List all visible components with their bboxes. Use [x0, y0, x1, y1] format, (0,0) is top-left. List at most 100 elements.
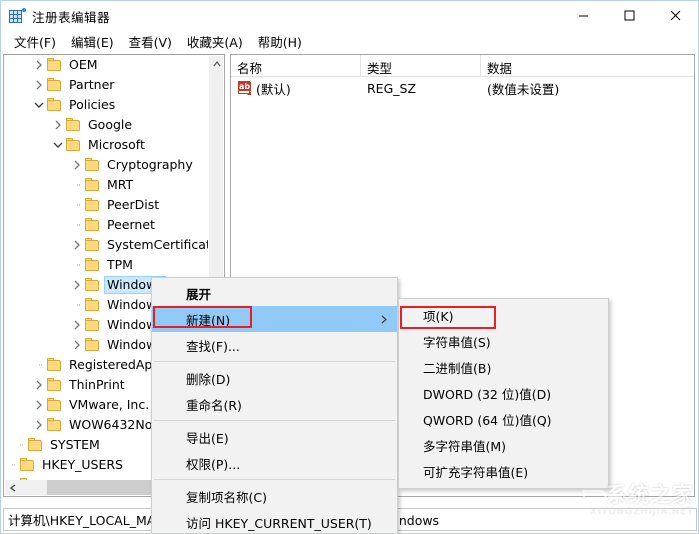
submenu-item-label: 二进制值(B): [423, 360, 492, 376]
tree-leaf-spacer: [4, 455, 19, 475]
chevron-right-icon[interactable]: [31, 395, 46, 415]
tree-item-label: RegisteredApp: [69, 357, 161, 372]
submenu-item-label: 字符串值(S): [423, 334, 491, 350]
submenu-item-1[interactable]: 字符串值(S): [399, 328, 608, 354]
context-menu-item-2[interactable]: 查找(F)...: [152, 332, 397, 358]
tree-item-peernet[interactable]: Peernet: [4, 215, 210, 235]
folder-icon: [84, 337, 101, 353]
tree-item-partner[interactable]: Partner: [4, 75, 210, 95]
chevron-right-icon[interactable]: [69, 315, 84, 335]
column-header-data[interactable]: 数据: [481, 55, 694, 76]
submenu-item-label: 多字符串值(M): [423, 438, 507, 454]
chevron-right-icon[interactable]: [31, 75, 46, 95]
submenu-item-2[interactable]: 二进制值(B): [399, 354, 608, 380]
chevron-right-icon[interactable]: [31, 55, 46, 75]
folder-icon: [84, 237, 101, 253]
chevron-right-icon[interactable]: [69, 235, 84, 255]
maximize-button[interactable]: [606, 1, 652, 30]
tree-item-label: OEM: [69, 57, 98, 72]
close-button[interactable]: [652, 1, 698, 30]
submenu-item-0[interactable]: 项(K): [399, 302, 608, 328]
tree-item-cryptography[interactable]: Cryptography: [4, 155, 210, 175]
chevron-right-icon[interactable]: [69, 275, 84, 295]
tree-item-google[interactable]: Google: [4, 115, 210, 135]
folder-icon: [84, 217, 101, 233]
tree-leaf-spacer: [69, 175, 84, 195]
context-menu-item-label: 展开: [186, 286, 212, 302]
tree-item-mrt[interactable]: MRT: [4, 175, 210, 195]
context-menu-item-label: 重命名(R): [186, 397, 242, 413]
chevron-right-icon[interactable]: [69, 155, 84, 175]
menu-help[interactable]: 帮助(H): [251, 30, 310, 54]
folder-icon: [46, 377, 63, 393]
menu-bar: 文件(F) 编辑(E) 查看(V) 收藏夹(A) 帮助(H): [1, 31, 698, 53]
menu-view[interactable]: 查看(V): [122, 30, 180, 54]
context-menu-item-label: 导出(E): [186, 430, 229, 446]
context-menu-item-4[interactable]: 重命名(R): [152, 391, 397, 417]
menu-edit[interactable]: 编辑(E): [64, 30, 122, 54]
registry-editor-window: 注册表编辑器 文件(F) 编辑(E) 查看(V) 收藏夹(A) 帮助(H) OE…: [0, 0, 699, 534]
folder-icon: [65, 137, 82, 153]
tree-item-label: MRT: [107, 177, 134, 192]
chevron-down-icon[interactable]: [50, 135, 65, 155]
chevron-right-icon[interactable]: [69, 335, 84, 355]
chevron-right-icon[interactable]: [31, 415, 46, 435]
menu-file[interactable]: 文件(F): [7, 30, 64, 54]
tree-item-tpm[interactable]: TPM: [4, 255, 210, 275]
context-menu-item-8[interactable]: 访问 HKEY_CURRENT_USER(T): [152, 509, 397, 533]
scroll-left-arrow-icon[interactable]: [5, 480, 20, 495]
tree-item-label: PeerDist: [107, 197, 160, 212]
tree-item-label: Google: [88, 117, 133, 132]
column-header-name[interactable]: 名称: [231, 55, 361, 76]
tree-item-systemcertificates[interactable]: SystemCertificates: [4, 235, 210, 255]
tree-leaf-spacer: [69, 255, 84, 275]
context-menu-separator: [154, 420, 395, 421]
chevron-right-icon[interactable]: [50, 115, 65, 135]
context-menu-item-label: 复制项名称(C): [186, 489, 267, 505]
context-menu-item-5[interactable]: 导出(E): [152, 424, 397, 450]
tree-item-policies[interactable]: Policies: [4, 95, 210, 115]
tree-hscroll-thumb[interactable]: [47, 480, 155, 495]
tree-item-label: WOW6432Nod: [69, 417, 161, 432]
folder-icon: [46, 357, 63, 373]
tree-item-label: ThinPrint: [69, 377, 125, 392]
window-title: 注册表编辑器: [32, 9, 111, 25]
context-menu-item-6[interactable]: 权限(P)...: [152, 450, 397, 476]
folder-icon: [46, 97, 63, 113]
chevron-down-icon[interactable]: [31, 95, 46, 115]
column-header-type[interactable]: 类型: [361, 55, 481, 76]
tree-item-label: Peernet: [107, 217, 155, 232]
folder-icon: [65, 117, 82, 133]
chevron-right-icon[interactable]: [31, 375, 46, 395]
tree-item-microsoft[interactable]: Microsoft: [4, 135, 210, 155]
context-menu-item-0[interactable]: 展开: [152, 280, 397, 306]
folder-icon: [46, 417, 63, 433]
context-menu-item-1[interactable]: 新建(N): [152, 306, 397, 332]
submenu-item-5[interactable]: 多字符串值(M): [399, 432, 608, 458]
tree-context-menu[interactable]: 展开新建(N) 查找(F)... 删除(D) 重命名(R) 导出(E) 权限(P)... 复…: [151, 277, 398, 533]
minimize-button[interactable]: [560, 1, 606, 30]
tree-item-peerdist[interactable]: PeerDist: [4, 195, 210, 215]
folder-icon: [84, 177, 101, 193]
context-menu-item-label: 查找(F)...: [186, 338, 240, 354]
menu-favorites[interactable]: 收藏夹(A): [180, 30, 251, 54]
tree-leaf-spacer: [31, 355, 46, 375]
table-row[interactable]: ab (默认) REG_SZ (数值未设置): [231, 77, 694, 99]
tree-item-oem[interactable]: OEM: [4, 55, 210, 75]
folder-icon: [84, 157, 101, 173]
folder-icon: [46, 57, 63, 73]
submenu-item-label: 可扩充字符串值(E): [423, 464, 529, 480]
values-list-header: 名称 类型 数据: [231, 55, 694, 77]
context-menu-item-7[interactable]: 复制项名称(C): [152, 483, 397, 509]
context-menu-item-3[interactable]: 删除(D): [152, 365, 397, 391]
tree-item-label: Partner: [69, 77, 115, 92]
submenu-item-3[interactable]: DWORD (32 位)值(D): [399, 380, 608, 406]
folder-icon: [46, 397, 63, 413]
tree-leaf-spacer: [69, 295, 84, 315]
value-name: (默认): [256, 81, 291, 97]
scroll-up-arrow-icon[interactable]: [209, 56, 224, 72]
submenu-item-6[interactable]: 可扩充字符串值(E): [399, 458, 608, 484]
value-type: REG_SZ: [367, 80, 417, 96]
new-submenu[interactable]: 项(K) 字符串值(S) 二进制值(B) DWORD (32 位)值(D) QWORD …: [398, 298, 609, 489]
submenu-item-4[interactable]: QWORD (64 位)值(Q): [399, 406, 608, 432]
